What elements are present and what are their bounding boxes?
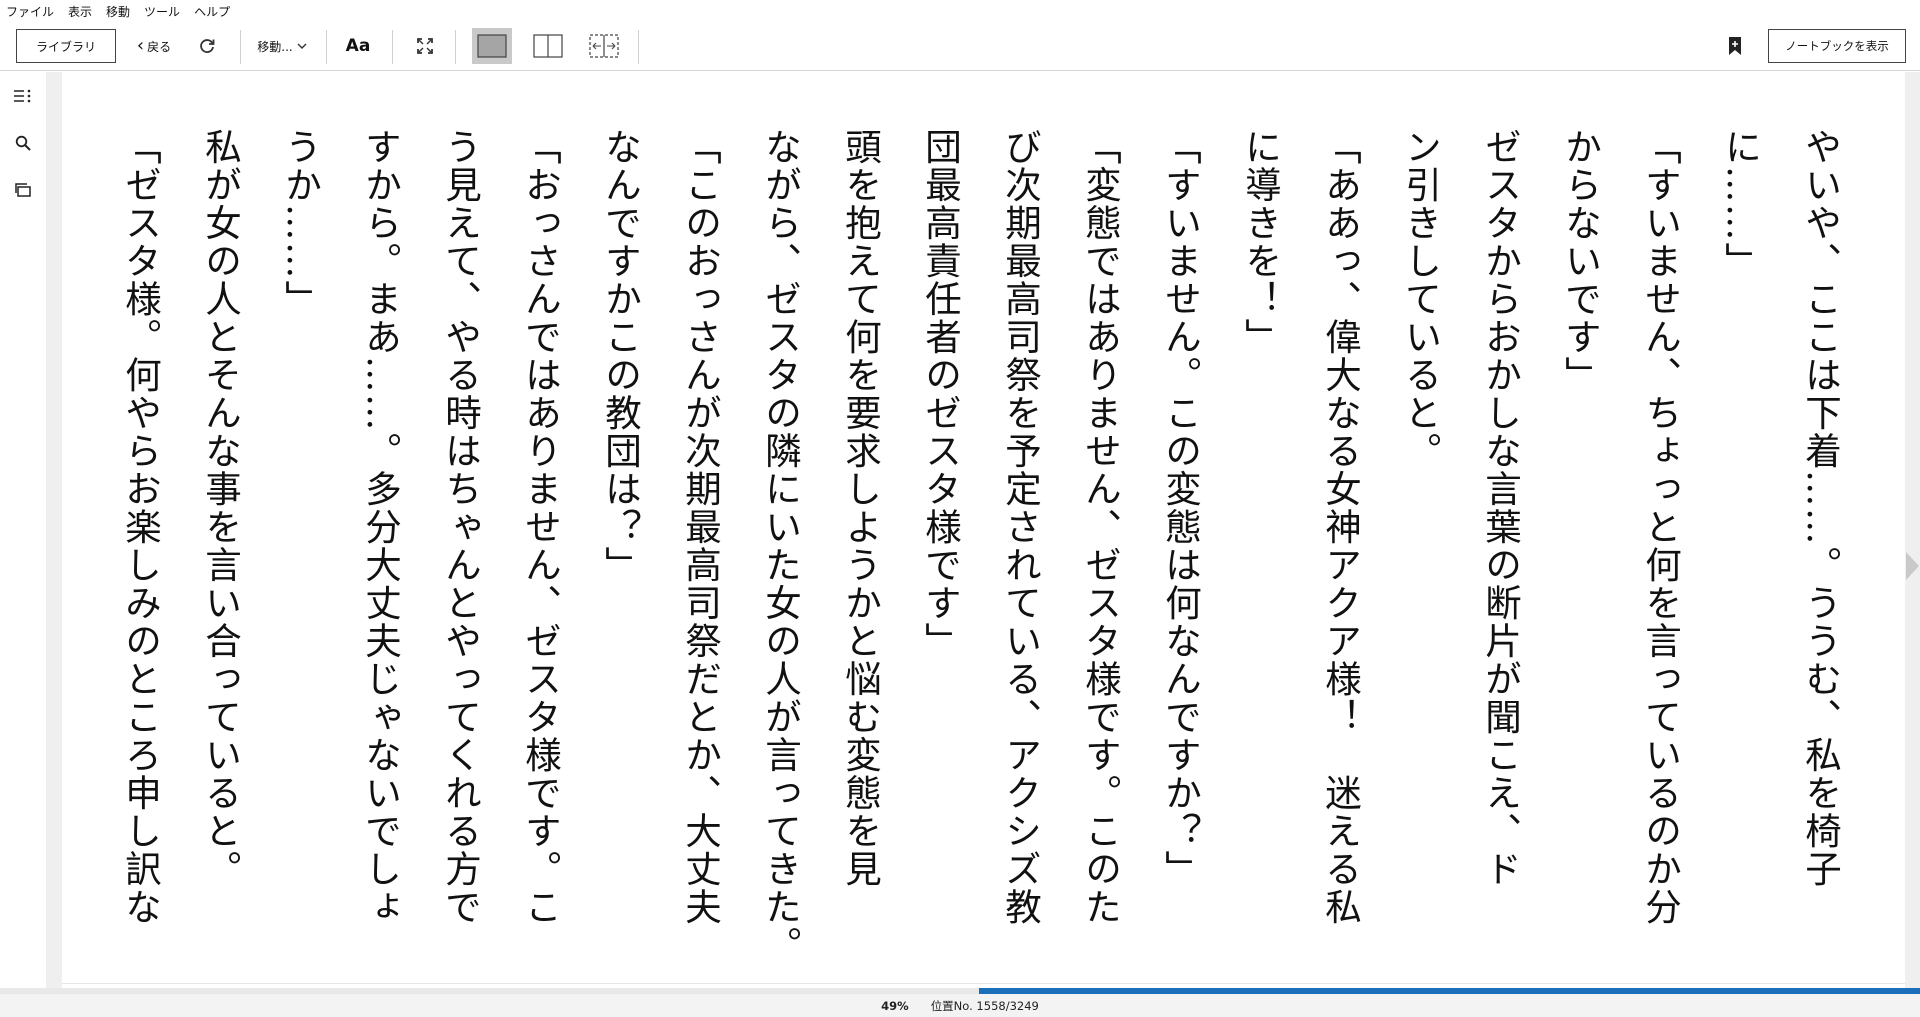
- text-line: 団最高責任者のゼスタ様です」: [919, 128, 962, 660]
- library-button[interactable]: ライブラリ: [16, 29, 116, 63]
- progress-percent: 49%: [881, 998, 909, 1013]
- flashcards-button[interactable]: [10, 177, 36, 203]
- sync-button[interactable]: [192, 29, 222, 63]
- font-settings-label: Aa: [345, 36, 371, 56]
- flashcards-icon: [15, 183, 31, 197]
- single-page-layout-icon: [477, 34, 507, 58]
- fullscreen-button[interactable]: [410, 29, 440, 63]
- text-line: 「ゼスタ様。何やらお楽しみのところ申し訳な: [119, 128, 162, 926]
- fullscreen-icon: [417, 38, 433, 54]
- text-line: 頭を抱えて何を要求しようかと悩む変態を見: [839, 128, 882, 888]
- fit-width-layout-icon: [589, 34, 619, 58]
- menu-file[interactable]: ファイル: [6, 3, 54, 20]
- toolbar-divider: [455, 30, 456, 64]
- text-line: び次期最高司祭を予定されている、アクシズ教: [999, 128, 1042, 926]
- chevron-down-icon: [297, 43, 307, 49]
- back-button-label: 戻る: [147, 39, 172, 54]
- fit-width-layout-button[interactable]: [584, 29, 624, 63]
- search-icon: [15, 135, 31, 151]
- text-line: すから。まあ……。多分大丈夫じゃないでしょ: [359, 128, 402, 926]
- text-line: ン引きしていると。: [1399, 128, 1442, 470]
- text-line: 「おっさんではありません、ゼスタ様です。こ: [519, 128, 562, 926]
- toolbar-divider: [326, 30, 327, 64]
- text-line: なんですかこの教団は？」: [599, 128, 642, 584]
- goto-dropdown[interactable]: 移動...: [250, 29, 314, 63]
- menu-help[interactable]: ヘルプ: [194, 3, 230, 20]
- add-bookmark-button[interactable]: [1722, 29, 1748, 63]
- single-page-layout-button[interactable]: [472, 28, 512, 64]
- text-line: 私が女の人とそんな事を言い合っていると。: [199, 128, 242, 888]
- text-line: に導きを！」: [1239, 128, 1282, 356]
- reader-page[interactable]: やいや、ここは下着……。ううむ、私を椅子 に……」 「すいません、ちょっと何を言…: [62, 72, 1905, 988]
- menu-go[interactable]: 移動: [106, 3, 130, 20]
- toolbar: ライブラリ ‹ 戻る 移動... Aa ノートブックを表示: [0, 22, 1920, 71]
- toolbar-divider: [638, 30, 639, 64]
- text-line: 「すいません、ちょっと何を言っているのか分: [1639, 128, 1682, 926]
- text-line: ながら、ゼスタの隣にいた女の人が言ってきた。: [759, 128, 802, 964]
- page-bottom-divider: [62, 983, 1905, 984]
- location-indicator: 位置No. 1558/3249: [930, 998, 1039, 1013]
- text-line: からないです」: [1559, 128, 1602, 394]
- text-line: 「ああっ、偉大なる女神アクア様！ 迷える私: [1319, 128, 1362, 926]
- show-notebook-button[interactable]: ノートブックを表示: [1768, 29, 1906, 63]
- text-line: やいや、ここは下着……。ううむ、私を椅子: [1799, 128, 1842, 888]
- table-of-contents-button[interactable]: [10, 83, 36, 109]
- text-line: に……」: [1719, 128, 1762, 280]
- status-bar: 49% 位置No. 1558/3249: [0, 994, 1920, 1017]
- refresh-icon: [200, 39, 215, 53]
- two-page-layout-icon: [533, 34, 563, 58]
- font-settings-button[interactable]: Aa: [343, 29, 373, 63]
- text-line: う見えて、やる時はちゃんとやってくれる方で: [439, 128, 482, 926]
- text-line: うか……」: [279, 128, 322, 318]
- menu-view[interactable]: 表示: [68, 3, 92, 20]
- goto-dropdown-label: 移動...: [257, 39, 293, 54]
- show-notebook-label: ノートブックを表示: [1785, 39, 1889, 53]
- right-page-margin: [1905, 72, 1920, 988]
- toolbar-divider: [392, 30, 393, 64]
- chevron-left-icon: ‹: [136, 35, 145, 56]
- search-button[interactable]: [10, 130, 36, 156]
- left-page-margin: [46, 72, 62, 988]
- text-line: 「変態ではありません、ゼスタ様です。このた: [1079, 128, 1122, 926]
- menu-tools[interactable]: ツール: [144, 3, 180, 20]
- library-button-label: ライブラリ: [35, 39, 96, 54]
- text-line: 「このおっさんが次期最高司祭だとか、大丈夫: [679, 128, 722, 926]
- table-of-contents-icon: [14, 89, 31, 103]
- add-bookmark-icon: [1729, 37, 1741, 55]
- left-sidebar-rail: [0, 72, 46, 992]
- text-line: 「すいません。この変態は何なんですか？」: [1159, 128, 1202, 888]
- menu-bar: ファイル 表示 移動 ツール ヘルプ: [0, 0, 1920, 22]
- toolbar-divider: [240, 30, 241, 64]
- text-line: ゼスタからおかしな言葉の断片が聞こえ、ド: [1479, 128, 1522, 888]
- back-button[interactable]: ‹ 戻る: [128, 29, 180, 63]
- two-page-layout-button[interactable]: [528, 29, 568, 63]
- next-page-arrow-icon[interactable]: [1906, 552, 1919, 580]
